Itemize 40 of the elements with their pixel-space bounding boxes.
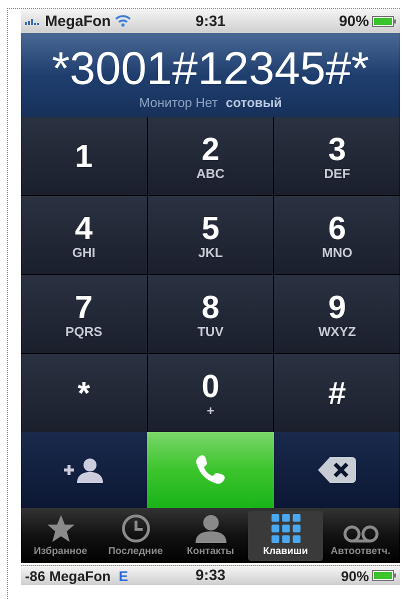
dial-key[interactable]: 7 PQRS	[21, 275, 147, 353]
dial-key[interactable]: 5 JKL	[148, 196, 274, 274]
dial-key[interactable]: 9 WXYZ	[274, 275, 400, 353]
signal-strength: -86	[25, 568, 46, 584]
keypad-icon	[270, 514, 300, 543]
status-time: 9:31	[195, 12, 226, 30]
dial-key[interactable]: 6 MNO	[274, 196, 400, 274]
tab[interactable]: Автоответч.	[323, 511, 398, 561]
person-icon	[194, 514, 228, 543]
dial-key[interactable]: #	[274, 354, 400, 432]
status-time: 9:33	[195, 567, 226, 584]
backspace-icon	[318, 457, 356, 483]
dial-key[interactable]: 3 DEF	[274, 117, 400, 195]
clock-icon	[120, 514, 150, 543]
dialed-number: *3001#12345#*	[52, 40, 370, 94]
network-type: E	[118, 568, 128, 584]
dial-key[interactable]: 1	[21, 117, 147, 195]
tab[interactable]: Последние	[98, 511, 173, 561]
tab[interactable]: Клавиши	[248, 511, 323, 561]
battery-percent: 90%	[340, 568, 369, 584]
star-icon	[46, 514, 76, 543]
line-name: Монитор Нет	[139, 94, 218, 110]
battery-icon	[372, 16, 396, 26]
add-contact-button[interactable]	[21, 432, 148, 508]
battery-icon	[372, 570, 396, 581]
tab[interactable]: Избранное	[23, 511, 98, 561]
dial-key[interactable]: 4 GHI	[21, 196, 147, 274]
carrier-name: MegaFon	[45, 12, 111, 30]
tab[interactable]: Контакты	[173, 511, 248, 561]
signal-icon	[25, 17, 41, 25]
line-type: сотовый	[226, 94, 282, 110]
delete-button[interactable]	[274, 432, 400, 508]
carrier-name: MegaFon	[49, 568, 111, 584]
battery-percent: 90%	[338, 12, 369, 30]
voicemail-icon	[342, 525, 378, 543]
wifi-icon	[114, 15, 131, 27]
dial-key[interactable]: 2 ABC	[148, 117, 274, 195]
dial-key[interactable]: 0 +	[148, 354, 274, 432]
dial-key[interactable]: 8 TUV	[148, 275, 274, 353]
dial-key[interactable]: *	[21, 354, 147, 432]
